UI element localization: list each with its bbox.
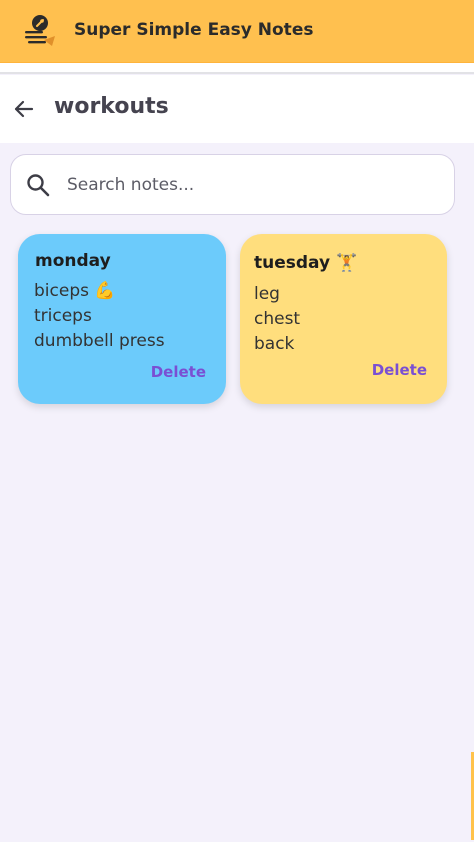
arrow-left-icon <box>14 100 34 118</box>
page-title-bar: workouts <box>0 75 474 143</box>
notes-logo-icon <box>25 15 55 46</box>
header-divider <box>0 63 474 74</box>
search-icon <box>27 174 50 197</box>
app-header: Super Simple Easy Notes <box>0 0 474 63</box>
note-title: tuesday 🏋️ <box>254 253 358 273</box>
search-input[interactable] <box>67 165 437 205</box>
note-card-tuesday[interactable]: tuesday 🏋️ leg chest back Delete <box>240 234 447 404</box>
back-button[interactable] <box>10 95 38 123</box>
page-title: workouts <box>54 94 169 119</box>
note-card-monday[interactable]: monday biceps 💪 triceps dumbbell press D… <box>18 234 226 404</box>
note-body: leg chest back <box>254 284 301 354</box>
note-body: biceps 💪 triceps dumbbell press <box>34 281 165 351</box>
search-box[interactable] <box>10 154 455 215</box>
note-title: monday <box>35 251 111 271</box>
app-title: Super Simple Easy Notes <box>74 20 314 40</box>
delete-button[interactable]: Delete <box>372 361 427 379</box>
delete-button[interactable]: Delete <box>151 363 206 381</box>
